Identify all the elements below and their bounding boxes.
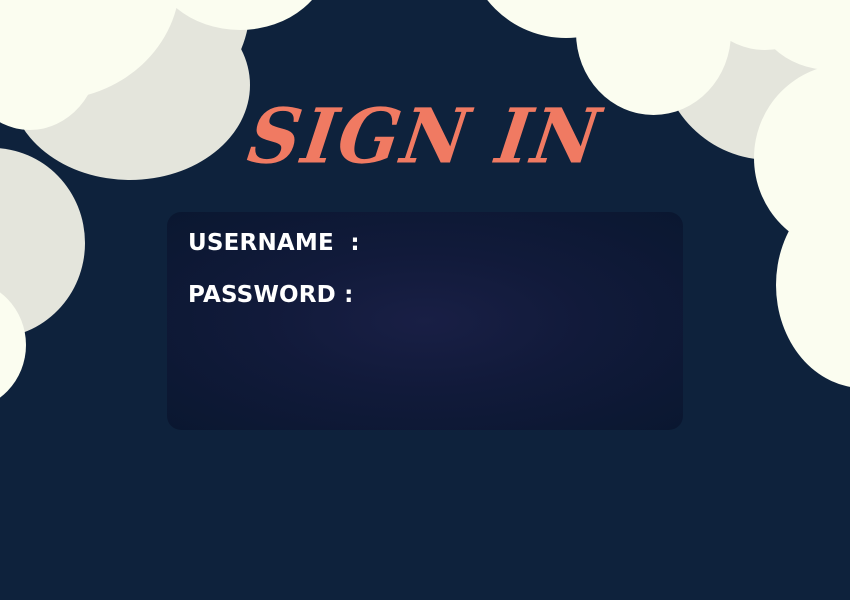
sign-in-screen: SIGN IN USERNAME : PASSWORD : [0, 0, 850, 600]
password-label: PASSWORD : [188, 282, 354, 308]
username-label: USERNAME : [188, 230, 360, 256]
password-row: PASSWORD : [188, 280, 652, 310]
password-input[interactable] [361, 281, 652, 309]
username-row: USERNAME : [188, 228, 658, 258]
username-input[interactable] [367, 229, 658, 257]
page-title: SIGN IN [243, 91, 608, 181]
login-form-card: USERNAME : PASSWORD : [167, 212, 683, 430]
